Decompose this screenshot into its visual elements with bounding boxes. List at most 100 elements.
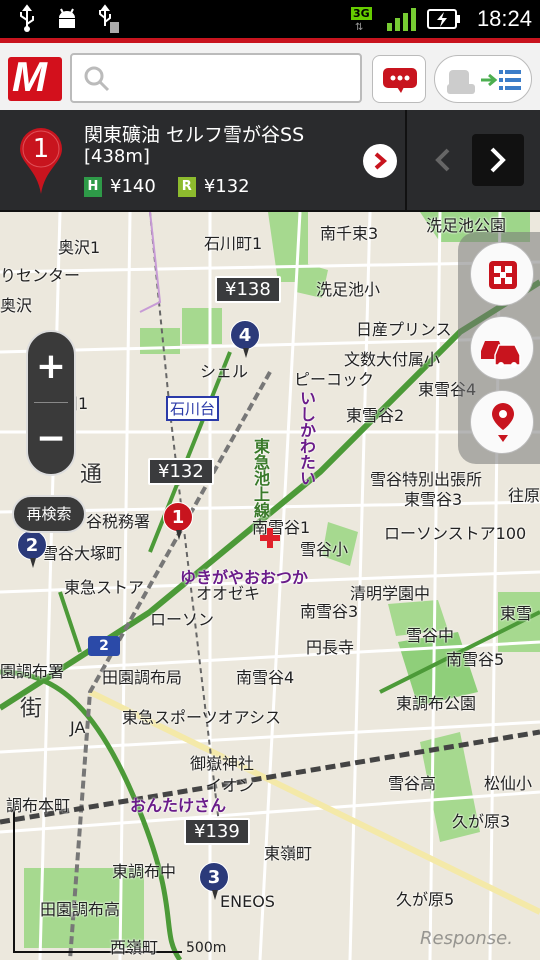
map-label: 東調布公園 (396, 694, 477, 713)
map-label: 円長寺 (306, 638, 355, 657)
speech-bubble-icon (383, 68, 417, 93)
station-detail-button[interactable] (363, 144, 397, 178)
list-view-button[interactable] (434, 55, 532, 103)
map-marker-1[interactable]: 1 (163, 502, 193, 540)
scale-label: 500m (186, 940, 227, 956)
marker-number: 1 (32, 134, 50, 164)
map-label: 雪谷大塚町 (42, 544, 123, 563)
map-label: ENEOS (220, 892, 275, 911)
map-mode-button[interactable] (470, 242, 534, 306)
battery-charging-icon (426, 9, 460, 29)
map-label: 洗足池小 (316, 280, 381, 299)
map-label: 園調布署 (0, 662, 65, 681)
map-label: 久が原3 (452, 812, 511, 831)
next-station-button[interactable] (472, 134, 524, 186)
status-bar: 3G ⇅ 18:24 (0, 0, 540, 38)
map-label: ピーコック (294, 370, 375, 389)
map-label: 南雪谷5 (446, 650, 505, 669)
price-bubble: ¥132 (148, 458, 214, 485)
car-icon (481, 341, 521, 368)
selected-marker-pin: 1 (18, 126, 64, 200)
zoom-out-button[interactable]: − (28, 404, 74, 474)
price-marker-3[interactable]: ¥139 (184, 818, 250, 845)
list-view-icon (447, 70, 521, 94)
map-label: 通 (76, 462, 101, 484)
map-label: 田園調布局 (102, 668, 183, 687)
map-marker-2[interactable]: 2 (17, 530, 47, 568)
current-location-button[interactable] (470, 390, 534, 454)
usb-icon (20, 4, 34, 32)
price-bubble: ¥139 (184, 818, 250, 845)
map-label: 谷税務署 (86, 512, 151, 531)
map-label: ローソンストア100 (384, 524, 527, 543)
map-label: 東調布中 (112, 862, 177, 881)
price-marker-4[interactable]: ¥138 (215, 276, 281, 303)
map-label: 御嶽神社 (190, 754, 255, 773)
map-label: 南千束3 (320, 224, 379, 243)
station-label: 石川台 (166, 396, 220, 421)
map-label: 奥沢 (0, 296, 33, 315)
voice-search-button[interactable] (372, 55, 426, 103)
map-label: 田園調布高 (40, 900, 121, 919)
map-label: 街 (16, 696, 41, 718)
previous-station-button[interactable] (418, 134, 468, 186)
price-bubble: ¥138 (215, 276, 281, 303)
rail-line-label: 東急池上線 (251, 438, 270, 518)
map-marker-4[interactable]: 4 (230, 320, 260, 358)
app-logo[interactable]: M (8, 53, 62, 101)
map-label: 雪谷高 (388, 774, 437, 793)
research-button[interactable]: 再検索 (12, 495, 86, 533)
map-label: 東急ストア (64, 578, 145, 597)
zoom-control: + − (26, 330, 76, 476)
map-label: 南雪谷3 (300, 602, 359, 621)
map-label: 雪谷小 (300, 540, 349, 559)
search-icon (84, 66, 110, 92)
map-marker-3[interactable]: 3 (199, 862, 229, 900)
map-label: JA (70, 718, 86, 737)
map-label: 東雪谷3 (404, 490, 463, 509)
top-toolbar: M (0, 38, 540, 110)
search-input[interactable] (120, 63, 350, 93)
map-label: 奥沢1 (58, 238, 101, 257)
search-box[interactable] (70, 53, 362, 103)
traffic-button[interactable] (470, 316, 534, 380)
chevron-left-icon (435, 148, 450, 172)
map-label: 東雪 (500, 604, 533, 623)
divider (405, 110, 407, 210)
map-label: 西嶺町 (110, 938, 159, 957)
grid-icon (489, 261, 517, 289)
regular-tag: R (177, 176, 196, 197)
high-octane-tag: H (84, 176, 102, 197)
network-3g-icon: 3G ⇅ (350, 7, 372, 33)
map-label: 東急スポーツオアシス (122, 708, 282, 727)
station-name-label: いしかわたい (297, 390, 316, 486)
map-label: ローソン (150, 610, 215, 629)
map-label: 東嶺町 (264, 844, 313, 863)
chevron-right-icon (374, 152, 388, 170)
map-label: 往原 (508, 486, 540, 505)
route-badge: 2 (88, 636, 120, 656)
map-label: 雪谷中 (406, 626, 455, 645)
regular-price: ¥132 (203, 176, 250, 197)
android-debug-icon (59, 8, 75, 28)
map-label: 日産プリンス (356, 320, 452, 339)
station-info-panel[interactable]: 1 関東礦油 セルフ雪が谷SS [438m] H ¥140 R ¥132 (0, 110, 540, 212)
station-name: 関東礦油 セルフ雪が谷SS (84, 124, 305, 146)
chevron-right-icon (490, 147, 506, 173)
map-label: 石川町1 (204, 234, 263, 253)
station-distance: [438m] (84, 146, 150, 167)
map-label: 清明学園中 (350, 584, 431, 603)
location-pin-icon (492, 403, 514, 442)
map-label: 東雪谷2 (346, 406, 405, 425)
map-label: シェル (200, 362, 249, 381)
high-octane-price: ¥140 (110, 176, 156, 197)
watermark: Response. (420, 928, 513, 949)
map-label: 南雪谷4 (236, 668, 295, 687)
map-label: 久が原5 (396, 890, 455, 909)
map-label: りセンター (0, 266, 81, 285)
signal-icon (386, 8, 416, 31)
map-label: 調布本町 (6, 796, 71, 815)
map-label: 松仙小 (484, 774, 533, 793)
zoom-in-button[interactable]: + (28, 332, 74, 402)
price-marker-1[interactable]: ¥132 (148, 458, 214, 485)
